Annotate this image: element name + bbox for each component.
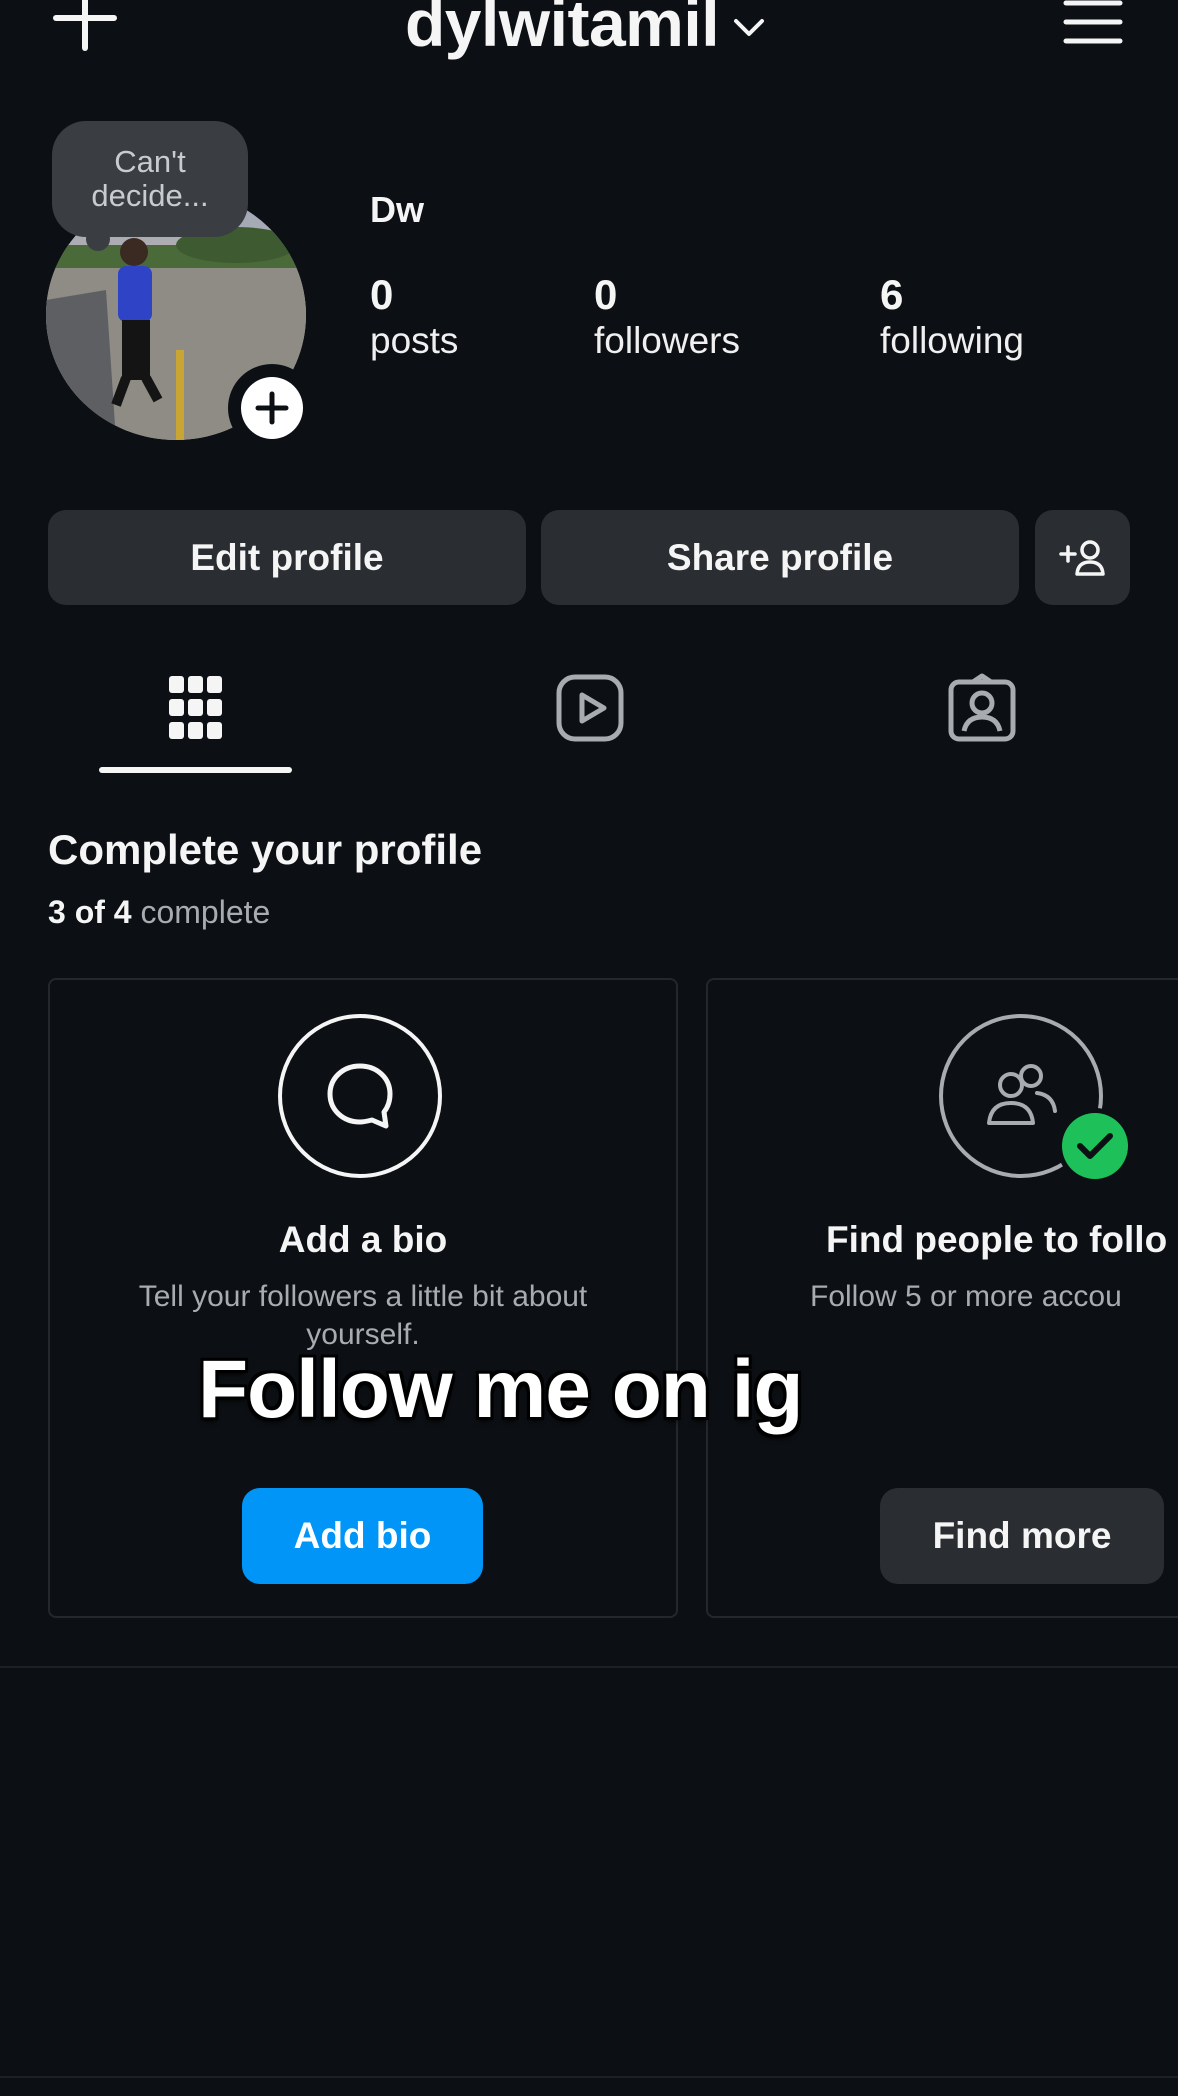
tab-posts[interactable] — [156, 668, 236, 748]
stat-value: 0 — [370, 271, 394, 318]
account-switcher[interactable]: dylwitamil — [0, 0, 1178, 66]
find-more-button[interactable]: Find more — [880, 1488, 1164, 1584]
add-user-icon — [1058, 539, 1105, 576]
tagged-icon — [948, 673, 1016, 742]
checkmark-icon — [1077, 1133, 1113, 1159]
tab-tagged[interactable] — [942, 668, 1022, 748]
stat-value: 0 — [594, 271, 618, 318]
progress-suffix: complete — [140, 894, 271, 930]
share-profile-button[interactable]: Share profile — [541, 510, 1019, 605]
discover-people-button[interactable] — [1035, 510, 1130, 605]
username-title: dylwitamil — [404, 0, 720, 60]
chevron-down-icon — [734, 19, 765, 36]
progress-count: 3 of 4 — [48, 894, 132, 930]
overlay-caption: Follow me on ig — [198, 1344, 804, 1435]
speech-bubble-icon — [327, 1063, 393, 1129]
card-title: Find people to follo — [826, 1219, 1168, 1260]
reels-icon — [556, 674, 624, 742]
stat-label: following — [880, 320, 1024, 361]
stat-value: 6 — [880, 271, 904, 318]
complete-profile-progress: 3 of 4 complete — [48, 892, 270, 932]
display-name: Dw — [370, 189, 424, 230]
edit-profile-button[interactable]: Edit profile — [48, 510, 526, 605]
stat-posts[interactable]: 0 posts — [370, 270, 458, 362]
people-icon — [987, 1064, 1057, 1125]
complete-profile-title: Complete your profile — [48, 826, 483, 873]
note-bubble[interactable]: Can't decide... — [52, 121, 248, 251]
divider — [0, 2076, 1178, 2078]
add-bio-button[interactable]: Add bio — [242, 1488, 483, 1584]
stat-followers[interactable]: 0 followers — [594, 270, 740, 362]
divider — [0, 1666, 1178, 1668]
grid-icon — [169, 676, 222, 739]
add-story-button[interactable] — [228, 364, 316, 452]
card-description: Follow 5 or more accou — [810, 1280, 1122, 1313]
stat-label: followers — [594, 320, 740, 361]
tab-reels[interactable] — [550, 668, 630, 748]
note-text: Can't decide... — [91, 144, 209, 213]
menu-button[interactable] — [1062, 0, 1124, 48]
stat-label: posts — [370, 320, 459, 361]
hamburger-menu-icon — [1063, 0, 1123, 44]
completed-badge — [1057, 1108, 1133, 1184]
stat-following[interactable]: 6 following — [880, 270, 1024, 362]
card-title: Add a bio — [278, 1219, 448, 1260]
active-tab-indicator — [99, 767, 292, 773]
plus-icon — [255, 391, 289, 425]
bio-icon-circle — [278, 1014, 442, 1178]
